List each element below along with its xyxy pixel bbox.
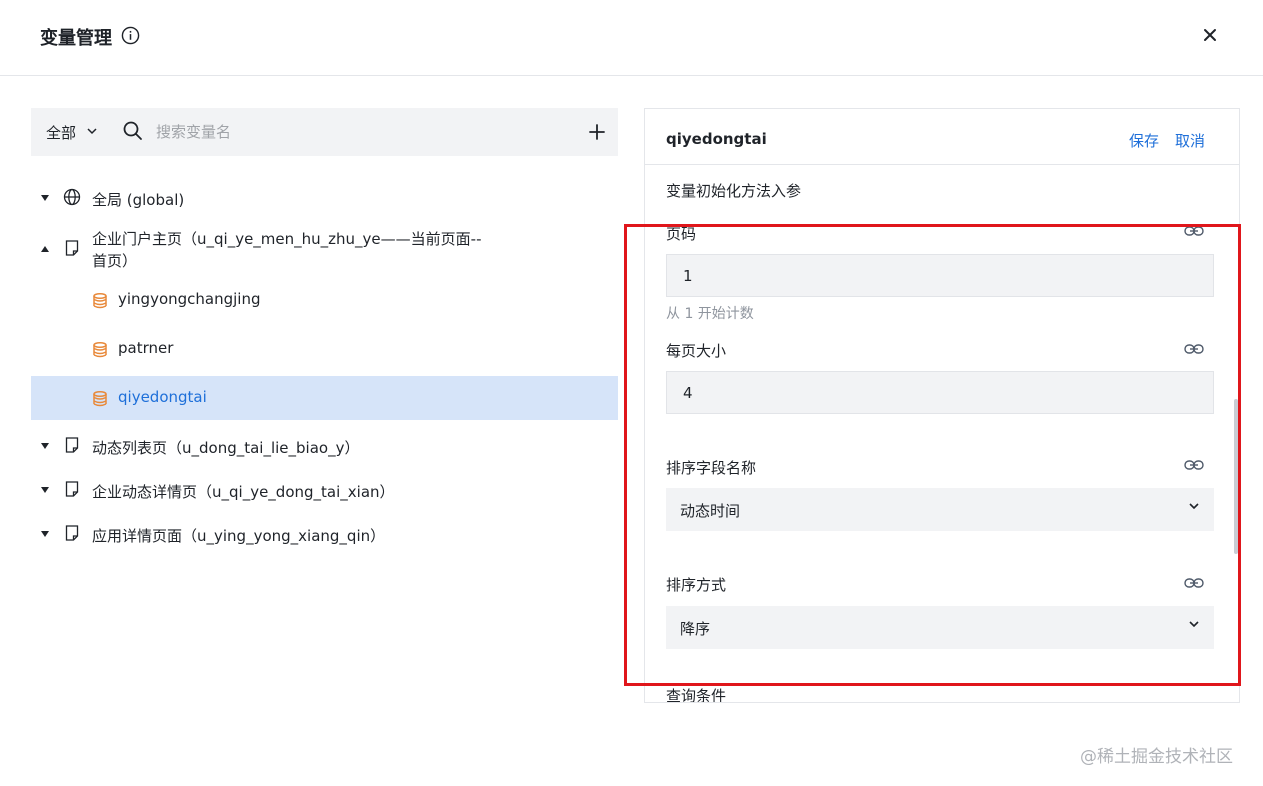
tree-node-label: 动态列表页（u_dong_tai_lie_biao_y）: [92, 439, 360, 457]
tree-node-page[interactable]: 企业动态详情页（u_qi_ye_dong_tai_xian）: [31, 468, 618, 512]
tree-node-global[interactable]: 全局 (global): [31, 176, 618, 220]
tree-node-label: 企业动态详情页（u_qi_ye_dong_tai_xian）: [92, 483, 395, 501]
variable-name: patrner: [118, 339, 174, 357]
tree-node-page[interactable]: 应用详情页面（u_ying_yong_xiang_qin）: [31, 512, 618, 556]
detail-header: qiyedongtai 保存 取消: [645, 109, 1239, 165]
sort-field-label: 排序字段名称: [666, 459, 757, 477]
page-number-hint: 从 1 开始计数: [666, 306, 754, 322]
sort-order-value: 降序: [680, 620, 711, 638]
tree-node-home-page[interactable]: 企业门户主页（u_qi_ye_men_hu_zhu_ye——当前页面-- 首页）: [31, 224, 618, 274]
caret-down-icon[interactable]: [39, 440, 51, 452]
link-icon[interactable]: [1184, 577, 1204, 589]
tree-item-variable[interactable]: patrner: [31, 327, 618, 371]
sort-field-value: 动态时间: [680, 502, 741, 520]
page-icon: [65, 240, 79, 256]
page-icon: [65, 437, 79, 453]
save-button[interactable]: 保存: [1129, 130, 1159, 151]
chevron-down-icon[interactable]: [86, 124, 98, 138]
variable-detail-panel: qiyedongtai 保存 取消 变量初始化方法入参 页码 从 1 开始计数 …: [644, 108, 1240, 703]
info-icon[interactable]: [121, 26, 140, 45]
sort-order-select[interactable]: 降序: [666, 606, 1214, 649]
page-icon: [65, 525, 79, 541]
sort-order-label: 排序方式: [666, 576, 727, 594]
globe-icon: [63, 188, 81, 206]
caret-down-icon[interactable]: [39, 528, 51, 540]
tree-node-label: 应用详情页面（u_ying_yong_xiang_qin）: [92, 527, 386, 545]
caret-down-icon[interactable]: [39, 484, 51, 496]
dialog-title: 变量管理: [40, 28, 112, 49]
watermark: @稀土掘金技术社区: [1080, 747, 1233, 767]
search-input[interactable]: [156, 118, 556, 146]
link-icon[interactable]: [1184, 459, 1204, 471]
tree-node-page[interactable]: 动态列表页（u_dong_tai_lie_biao_y）: [31, 424, 618, 468]
page-number-input[interactable]: [666, 254, 1214, 297]
page-size-label: 每页大小: [666, 342, 727, 360]
tree-item-variable[interactable]: yingyongchangjing: [31, 278, 618, 322]
variable-name: qiyedongtai: [118, 388, 207, 406]
tree-node-label: 企业门户主页（u_qi_ye_men_hu_zhu_ye——当前页面--: [92, 230, 482, 248]
scrollbar[interactable]: [1234, 399, 1238, 554]
dialog-header: 变量管理: [0, 0, 1263, 76]
section-title: 变量初始化方法入参: [666, 182, 802, 200]
database-icon: [93, 341, 107, 358]
database-icon: [93, 390, 107, 407]
variable-title: qiyedongtai: [666, 130, 767, 148]
chevron-down-icon[interactable]: [1188, 500, 1200, 512]
search-icon: [123, 121, 142, 140]
caret-up-icon[interactable]: [39, 243, 51, 255]
link-icon[interactable]: [1184, 225, 1204, 237]
variable-toolbar: 全部: [31, 108, 618, 156]
sort-field-select[interactable]: 动态时间: [666, 488, 1214, 531]
link-icon[interactable]: [1184, 343, 1204, 355]
tree-node-label-continued: 首页）: [92, 252, 138, 270]
caret-down-icon[interactable]: [39, 192, 51, 204]
page-number-label: 页码: [666, 225, 697, 243]
page-icon: [65, 481, 79, 497]
scope-dropdown[interactable]: 全部: [46, 122, 76, 143]
cancel-button[interactable]: 取消: [1175, 130, 1205, 151]
add-variable-button[interactable]: [586, 121, 608, 143]
chevron-down-icon[interactable]: [1188, 618, 1200, 630]
tree-node-label: 全局 (global): [92, 191, 185, 209]
page-size-input[interactable]: [666, 371, 1214, 414]
tree-item-variable-selected[interactable]: qiyedongtai: [31, 376, 618, 420]
query-condition-label: 查询条件: [666, 687, 727, 703]
database-icon: [93, 292, 107, 309]
variable-name: yingyongchangjing: [118, 290, 261, 308]
close-icon[interactable]: [1200, 25, 1220, 45]
